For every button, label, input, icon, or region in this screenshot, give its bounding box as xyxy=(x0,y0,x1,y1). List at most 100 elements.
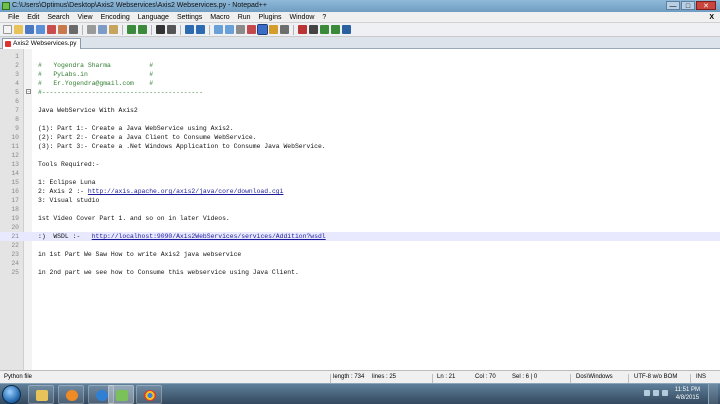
print-icon[interactable] xyxy=(69,25,78,34)
code-line[interactable]: 10 (2): Part 2:- Create a Java Client to … xyxy=(0,133,720,142)
save-macro-icon[interactable] xyxy=(342,25,351,34)
minimize-button[interactable]: — xyxy=(666,1,680,10)
copy-icon[interactable] xyxy=(98,25,107,34)
taskbar-chrome[interactable] xyxy=(136,385,162,404)
run-macro-multiple-icon[interactable] xyxy=(331,25,340,34)
replace-icon[interactable] xyxy=(167,25,176,34)
code-line[interactable]: 23 in 1st Part We Saw How to write Axis2 … xyxy=(0,250,720,259)
maximize-button[interactable]: □ xyxy=(681,1,695,10)
word-wrap-icon[interactable] xyxy=(236,25,245,34)
taskbar-explorer[interactable] xyxy=(28,385,54,404)
code-line[interactable]: 24 xyxy=(0,259,720,268)
code-text-content: (1): Part 1:- Create a Java WebService u… xyxy=(38,125,234,132)
redo-icon[interactable] xyxy=(138,25,147,34)
status-lines: lines : 25 xyxy=(372,374,397,380)
taskbar-notepad-plus-plus[interactable] xyxy=(108,385,134,404)
sync-horizontal-icon[interactable] xyxy=(225,25,234,34)
undo-icon[interactable] xyxy=(127,25,136,34)
cut-icon[interactable] xyxy=(87,25,96,34)
code-line[interactable]: 6 xyxy=(0,97,720,106)
code-line[interactable]: 3 # PyLabs.in # xyxy=(0,70,720,79)
menu-view[interactable]: View xyxy=(74,14,97,21)
volume-icon[interactable] xyxy=(662,390,668,396)
tray-arrow-icon[interactable] xyxy=(644,390,650,396)
editor[interactable]: 1 2 # Yogendra Sharma #3 # PyLabs.in #4 # Er… xyxy=(0,49,720,370)
code-line[interactable]: 9 (1): Part 1:- Create a Java WebService … xyxy=(0,124,720,133)
code-line[interactable]: 2 # Yogendra Sharma # xyxy=(0,61,720,70)
menu-file[interactable]: File xyxy=(4,14,23,21)
menu-encoding[interactable]: Encoding xyxy=(97,14,134,21)
code-line[interactable]: 16 2: Axis 2 :- http://axis.apache.org/ax… xyxy=(0,187,720,196)
toolbar-separator xyxy=(293,24,294,35)
zoom-out-icon[interactable] xyxy=(196,25,205,34)
indent-guide-icon[interactable] xyxy=(257,24,268,35)
menu-window[interactable]: Window xyxy=(286,14,319,21)
line-number: 17 xyxy=(11,197,19,204)
code-line[interactable]: 19 1st Video Cover Part 1. and so on in l… xyxy=(0,214,720,223)
code-line[interactable]: 14 xyxy=(0,169,720,178)
open-file-icon[interactable] xyxy=(14,25,23,34)
play-macro-icon[interactable] xyxy=(320,25,329,34)
code-url-link[interactable]: http://axis.apache.org/axis2/java/core/d… xyxy=(88,188,284,195)
toolbar-separator xyxy=(180,24,181,35)
menu-search[interactable]: Search xyxy=(43,14,73,21)
new-file-icon[interactable] xyxy=(3,25,12,34)
taskbar-clock[interactable]: 11:51 PM 4/8/2015 xyxy=(675,386,700,402)
stop-macro-icon[interactable] xyxy=(309,25,318,34)
menu-macro[interactable]: Macro xyxy=(206,14,233,21)
zoom-in-icon[interactable] xyxy=(185,25,194,34)
clock-time: 11:51 PM xyxy=(674,387,700,393)
menu-language[interactable]: Language xyxy=(134,14,173,21)
code-line[interactable]: 7 Java WebService With Axis2 xyxy=(0,106,720,115)
doc-map-icon[interactable] xyxy=(280,25,289,34)
close-document-button[interactable]: X xyxy=(705,14,720,21)
media-player-icon xyxy=(66,390,78,401)
code-text: # Er.Yogendra@gmail.com # xyxy=(38,79,153,88)
code-text: 2: Axis 2 :- http://axis.apache.org/axis… xyxy=(38,187,283,196)
code-line[interactable]: 12 xyxy=(0,151,720,160)
language-icon[interactable] xyxy=(269,25,278,34)
menu-help[interactable]: ? xyxy=(318,14,330,21)
code-line[interactable]: 20 xyxy=(0,223,720,232)
menu-settings[interactable]: Settings xyxy=(173,14,206,21)
code-line[interactable]: 11 (3): Part 3:- Create a .Net Windows Ap… xyxy=(0,142,720,151)
fold-toggle-icon[interactable]: − xyxy=(26,89,31,95)
sync-vertical-icon[interactable] xyxy=(214,25,223,34)
close-window-button[interactable]: ✕ xyxy=(696,1,716,10)
find-icon[interactable] xyxy=(156,25,165,34)
code-line[interactable]: 5 − #-------------------------------------… xyxy=(0,88,720,97)
show-desktop-button[interactable] xyxy=(708,384,718,404)
tab-axis2-webservices[interactable]: Axis2 Webservices.py xyxy=(2,38,82,49)
taskbar-media-player[interactable] xyxy=(58,385,84,404)
code-text-content: 3: Visual studio xyxy=(38,197,100,204)
code-line[interactable]: 4 # Er.Yogendra@gmail.com # xyxy=(0,79,720,88)
code-line[interactable]: 22 xyxy=(0,241,720,250)
start-button[interactable] xyxy=(2,385,21,404)
code-text-content: in 2nd part we see how to Consume this w… xyxy=(38,269,299,276)
code-line[interactable]: 18 xyxy=(0,205,720,214)
show-all-chars-icon[interactable] xyxy=(247,25,256,34)
paste-icon[interactable] xyxy=(109,25,118,34)
code-line[interactable]: 1 xyxy=(0,52,720,61)
code-line[interactable]: 8 xyxy=(0,115,720,124)
close-all-icon[interactable] xyxy=(58,25,67,34)
status-bar: Python file length : 734 lines : 25 Ln :… xyxy=(0,370,720,385)
window-titlebar: C:\Users\Optimus\Desktop\Axis2 Webservic… xyxy=(0,0,720,12)
line-number: 24 xyxy=(11,260,19,267)
network-icon[interactable] xyxy=(653,390,659,396)
record-macro-icon[interactable] xyxy=(298,25,307,34)
code-line[interactable]: 13 Tools Required:- xyxy=(0,160,720,169)
code-text: #---------------------------------------… xyxy=(38,88,203,97)
code-line[interactable]: 15 1: Eclipse Luna xyxy=(0,178,720,187)
close-icon[interactable] xyxy=(47,25,56,34)
save-all-icon[interactable] xyxy=(36,25,45,34)
code-line[interactable]: 21:) WSDL :- http://localhost:9090/Axis2… xyxy=(0,232,720,241)
code-url-link[interactable]: http://localhost:9090/Axis2WebServices/s… xyxy=(92,233,326,240)
line-number: 14 xyxy=(11,170,19,177)
menu-edit[interactable]: Edit xyxy=(23,14,43,21)
menu-run[interactable]: Run xyxy=(234,14,255,21)
code-line[interactable]: 17 3: Visual studio xyxy=(0,196,720,205)
code-line[interactable]: 25 in 2nd part we see how to Consume this… xyxy=(0,268,720,277)
save-icon[interactable] xyxy=(25,25,34,34)
menu-plugins[interactable]: Plugins xyxy=(255,14,286,21)
